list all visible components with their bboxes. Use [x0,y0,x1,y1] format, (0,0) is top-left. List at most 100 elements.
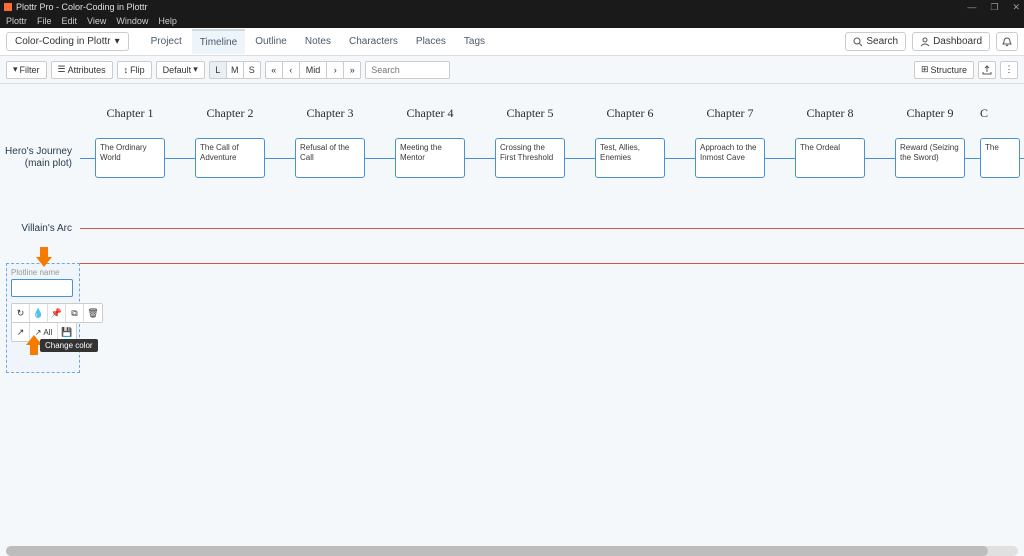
filter-button[interactable]: ▾ Filter [6,61,47,79]
scene-card[interactable]: Reward (Seizing the Sword) [895,138,965,178]
share-icon [982,65,992,75]
tab-timeline[interactable]: Timeline [192,29,245,54]
scene-card[interactable]: Meeting the Mentor [395,138,465,178]
search-button-label: Search [866,36,898,47]
main-nav: Color-Coding in Plottr ▾ Project Timelin… [0,28,1024,56]
plotline-row-villain: Villain's Arc [0,205,1024,251]
plotline-name-editor: Plotline name ↻ 💧 📌 ⧉ 🗑 ↗ ↗All 💾 Change … [6,263,80,373]
search-button[interactable]: Search [845,32,906,51]
chapter-header[interactable]: Chapter 2 [180,94,280,135]
copy-button[interactable]: ⧉ [66,304,84,322]
plotline-connector [80,228,1024,229]
plotline-label[interactable]: Villain's Arc [0,223,80,234]
expand-icon: ↗ [17,327,25,338]
confirm-button[interactable]: ↻ [12,304,30,322]
plotline-row-hero: Hero's Journey (main plot) The Ordinary … [0,135,1024,181]
zoom-large[interactable]: L [209,61,227,79]
tab-places[interactable]: Places [408,30,454,53]
attributes-button[interactable]: ☰ Attributes [51,61,113,79]
trash-icon: 🗑 [87,308,98,319]
tab-outline[interactable]: Outline [247,30,295,53]
flip-icon: ↕ [124,65,129,75]
timeline-canvas: Chapter 1 Chapter 2 Chapter 3 Chapter 4 … [0,94,1024,556]
copy-icon: ⧉ [71,308,77,319]
plotline-name-input[interactable] [11,279,73,297]
menu-file[interactable]: File [37,16,52,26]
nav-first[interactable]: « [265,61,283,79]
chapter-header[interactable]: Chapter 8 [780,94,880,135]
maximize-button[interactable]: ❐ [990,2,998,13]
more-button[interactable]: ⋮ [1000,61,1018,79]
menu-help[interactable]: Help [158,16,177,26]
dashboard-button[interactable]: Dashboard [912,32,990,51]
timeline-search-input[interactable] [365,61,450,79]
filter-icon: ▾ [13,64,18,75]
chapter-header[interactable]: Chapter 5 [480,94,580,135]
nav-group: « ‹ Mid › » [265,61,362,79]
chapter-header[interactable]: Chapter 7 [680,94,780,135]
zoom-medium[interactable]: M [226,61,244,79]
pin-button[interactable]: 📌 [48,304,66,322]
template-label: Default [163,65,192,75]
flip-button[interactable]: ↕ Flip [117,61,152,79]
filter-label: Filter [20,65,40,75]
nav-next[interactable]: › [326,61,344,79]
horizontal-scrollbar[interactable] [6,546,1018,556]
template-dropdown[interactable]: Default ▾ [156,61,205,79]
chapter-header[interactable]: Chapter 3 [280,94,380,135]
scene-card[interactable]: The Call of Adventure [195,138,265,178]
structure-button[interactable]: ⊞ Structure [914,61,974,79]
delete-button[interactable]: 🗑 [84,304,102,322]
change-color-button[interactable]: 💧 [30,304,48,322]
nav-last[interactable]: » [343,61,361,79]
app-logo-icon [4,3,12,11]
chapter-header[interactable]: Chapter 1 [80,94,180,135]
scene-card[interactable]: The Ordeal [795,138,865,178]
scrollbar-thumb[interactable] [6,546,988,556]
scene-card[interactable]: The [980,138,1020,178]
notifications-button[interactable] [996,32,1018,51]
tab-notes[interactable]: Notes [297,30,339,53]
chapter-header[interactable]: C [980,94,1020,135]
book-selector-label: Color-Coding in Plottr [15,36,111,47]
menu-view[interactable]: View [87,16,106,26]
bell-icon [1002,37,1012,47]
chapter-header[interactable]: Chapter 9 [880,94,980,135]
menu-plottr[interactable]: Plottr [6,16,27,26]
search-icon [853,37,863,47]
scene-card[interactable]: Approach to the Inmost Cave [695,138,765,178]
scene-card[interactable]: Test, Allies, Enemies [595,138,665,178]
chapter-header[interactable]: Chapter 4 [380,94,480,135]
chevron-down-icon: ▾ [115,36,120,47]
export-button[interactable] [978,61,996,79]
window-title: Plottr Pro - Color-Coding in Plottr [16,2,148,12]
zoom-group: L M S [209,61,261,79]
save-icon: 💾 [61,327,72,338]
tab-characters[interactable]: Characters [341,30,406,53]
kebab-icon: ⋮ [1005,64,1014,75]
scene-card[interactable]: Refusal of the Call [295,138,365,178]
list-icon: ☰ [58,64,66,75]
scene-card[interactable]: The Ordinary World [95,138,165,178]
chapter-header-row: Chapter 1 Chapter 2 Chapter 3 Chapter 4 … [0,94,1024,135]
scene-card[interactable]: Crossing the First Threshold [495,138,565,178]
plotline-connector [80,263,1024,264]
plotline-name-label: Plotline name [11,268,75,277]
window-title-bar: Plottr Pro - Color-Coding in Plottr — ❐ … [0,0,1024,14]
tab-tags[interactable]: Tags [456,30,493,53]
book-selector[interactable]: Color-Coding in Plottr ▾ [6,32,129,51]
plotline-label[interactable]: Hero's Journey (main plot) [0,146,80,170]
tab-project[interactable]: Project [143,30,190,53]
menu-bar: Plottr File Edit View Window Help [0,14,1024,28]
attributes-label: Attributes [68,65,106,75]
zoom-small[interactable]: S [243,61,261,79]
menu-edit[interactable]: Edit [62,16,78,26]
close-button[interactable]: ✕ [1012,2,1020,13]
menu-window[interactable]: Window [116,16,148,26]
chapter-header[interactable]: Chapter 6 [580,94,680,135]
nav-prev[interactable]: ‹ [282,61,300,79]
plotline-row-editing: Plotline name ↻ 💧 📌 ⧉ 🗑 ↗ ↗All 💾 Change … [0,263,1024,373]
minimize-button[interactable]: — [967,2,976,13]
dashboard-button-label: Dashboard [933,36,982,47]
nav-mid[interactable]: Mid [299,61,328,79]
